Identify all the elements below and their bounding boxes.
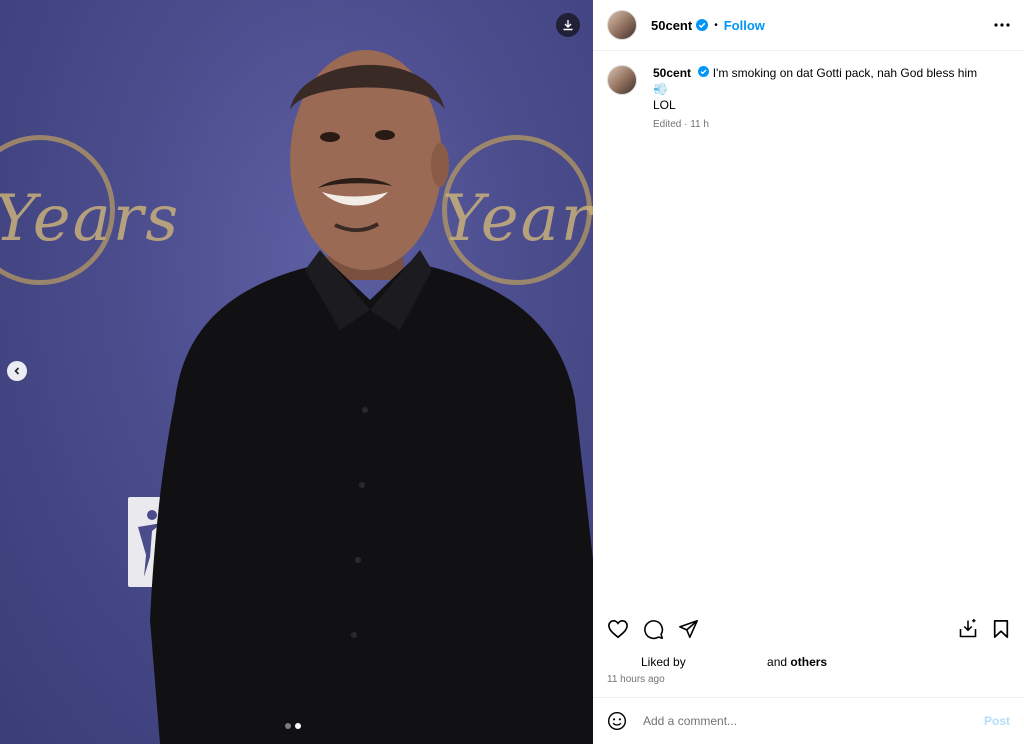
comment-icon <box>644 619 664 639</box>
caption: 50cent I'm smoking on dat Gotti pack, na… <box>593 51 1024 133</box>
comment-bar: Post <box>593 697 1024 744</box>
separator: • <box>714 19 718 31</box>
comment-button[interactable] <box>643 619 664 640</box>
emoji-icon: 💨 <box>653 82 668 96</box>
share-icon <box>679 619 698 639</box>
caption-text: I'm smoking on dat Gotti pack, nah God b… <box>712 66 978 80</box>
download-icon <box>563 20 573 31</box>
download-button[interactable] <box>556 13 580 37</box>
others-link[interactable]: others <box>790 655 827 669</box>
save-to-collection-icon <box>959 619 977 638</box>
post-details-panel: 50cent • Follow 50cent I'm smoking on da… <box>593 0 1024 744</box>
carousel-previous-button[interactable] <box>7 361 27 381</box>
post-timestamp[interactable]: 11 hours ago <box>607 674 665 685</box>
carousel-dots <box>285 723 301 729</box>
username-link[interactable]: 50cent <box>651 18 692 33</box>
heart-icon <box>608 619 628 639</box>
emoji-icon <box>607 711 627 731</box>
avatar[interactable] <box>607 10 637 40</box>
post-header: 50cent • Follow <box>593 0 1024 51</box>
likes-summary: Liked by and others <box>641 655 827 669</box>
like-button[interactable] <box>607 619 629 639</box>
bookmark-button[interactable] <box>992 619 1010 639</box>
carousel-dot[interactable] <box>285 723 291 729</box>
more-icon <box>994 23 1010 27</box>
carousel-dot-active[interactable] <box>295 723 301 729</box>
verified-badge-icon <box>696 19 709 31</box>
liked-by-label: Liked by <box>641 655 686 669</box>
action-bar <box>593 614 1024 644</box>
comment-input[interactable] <box>641 713 984 729</box>
caption-text-line2: LOL <box>653 98 676 112</box>
more-options-button[interactable] <box>994 23 1010 27</box>
bookmark-icon <box>993 620 1009 638</box>
save-to-collection-button[interactable] <box>958 619 978 639</box>
post-comment-button[interactable]: Post <box>984 714 1010 728</box>
follow-button[interactable]: Follow <box>724 18 765 33</box>
and-label: and <box>767 655 788 669</box>
caption-avatar[interactable] <box>607 65 637 95</box>
edited-timestamp: Edited · 11 h <box>653 119 709 130</box>
caption-username[interactable]: 50cent <box>653 66 691 80</box>
verified-badge-icon <box>698 66 710 77</box>
post-media[interactable]: Years Years <box>0 0 593 744</box>
share-button[interactable] <box>678 619 699 639</box>
chevron-left-icon <box>14 367 20 375</box>
emoji-picker-button[interactable] <box>607 711 627 731</box>
person-photo <box>150 50 593 744</box>
